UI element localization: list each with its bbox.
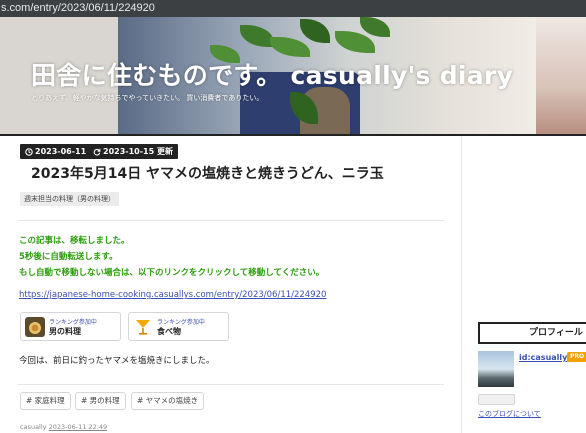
notice-line: この記事は、移転しました。 [19, 236, 130, 246]
category-label[interactable]: 週末担当の料理（男の料理） [20, 192, 119, 206]
sidebar-border [461, 136, 462, 433]
updated-label: 更新 [156, 147, 173, 156]
profile-heading: プロフィール [478, 322, 586, 344]
site-description: とりあえず、軽やかな気持ちでやっていきたい。 買い消費者でありたい。 [31, 94, 264, 102]
ranking-small-label: ランキング参加中 [49, 319, 97, 326]
published-date: 2023-06-11 [35, 147, 87, 156]
address-bar[interactable]: s.com/entry/2023/06/11/224920 [0, 0, 586, 17]
entry-body: 今回は、前日に釣ったヤマメを塩焼きにしました。 [19, 356, 215, 366]
avatar[interactable] [478, 351, 514, 387]
readers-button[interactable] [478, 394, 515, 405]
tag-yamame-shioyaki[interactable]: # ヤマメの塩焼き [131, 392, 205, 410]
redirect-notice: この記事は、移転しました。 5秒後に自動転送します。 もし自動で移動しない場合は… [19, 233, 324, 281]
updated-date: 2023-10-15 [103, 147, 155, 156]
notice-line: もし自動で移動しない場合は、以下のリンクをクリックして移動してください。 [19, 268, 325, 278]
divider [18, 384, 444, 385]
header-divider [0, 134, 586, 136]
site-title[interactable]: 田舎に住むものです。 casually's diary [31, 56, 513, 92]
ranking-category: 男の料理 [49, 327, 81, 336]
tag-mens-cooking[interactable]: # 男の料理 [75, 392, 126, 410]
updated-date-badge: 2023-10-15 更新 [88, 144, 178, 159]
tag-home-cooking[interactable]: # 家庭料理 [20, 392, 71, 410]
ranking-button-cooking[interactable]: ランキング参加中 男の料理 [20, 312, 121, 341]
notice-line: 5秒後に自動転送します。 [19, 252, 118, 262]
ranking-category: 食べ物 [157, 327, 181, 336]
header-photo-edge [536, 17, 586, 134]
divider [18, 220, 444, 221]
published-date-badge: 2023-06-11 [20, 144, 92, 159]
byline-author[interactable]: casually [20, 423, 47, 431]
blog-header: 田舎に住むものです。 casually's diary とりあえず、軽やかな気持… [0, 17, 586, 134]
redirect-link[interactable]: https://japanese-home-cooking.casuallys.… [19, 290, 326, 300]
ranking-button-food[interactable]: ランキング参加中 食べ物 [128, 312, 229, 341]
refresh-icon [93, 148, 101, 156]
profile-id-link[interactable]: id:casually [519, 353, 567, 362]
byline-datetime[interactable]: 2023-06-11 22:49 [49, 423, 108, 431]
about-blog-link[interactable]: このブログについて [478, 409, 541, 419]
entry-title[interactable]: 2023年5月14日 ヤマメの塩焼きと焼きうどん、ニラ玉 [31, 163, 384, 183]
ranking-small-label: ランキング参加中 [157, 319, 205, 326]
pro-badge: PRO [567, 352, 586, 362]
clock-icon [25, 148, 33, 156]
byline: casually 2023-06-11 22:49 [20, 423, 107, 431]
cocktail-icon [136, 320, 150, 335]
cooking-icon [25, 317, 45, 337]
